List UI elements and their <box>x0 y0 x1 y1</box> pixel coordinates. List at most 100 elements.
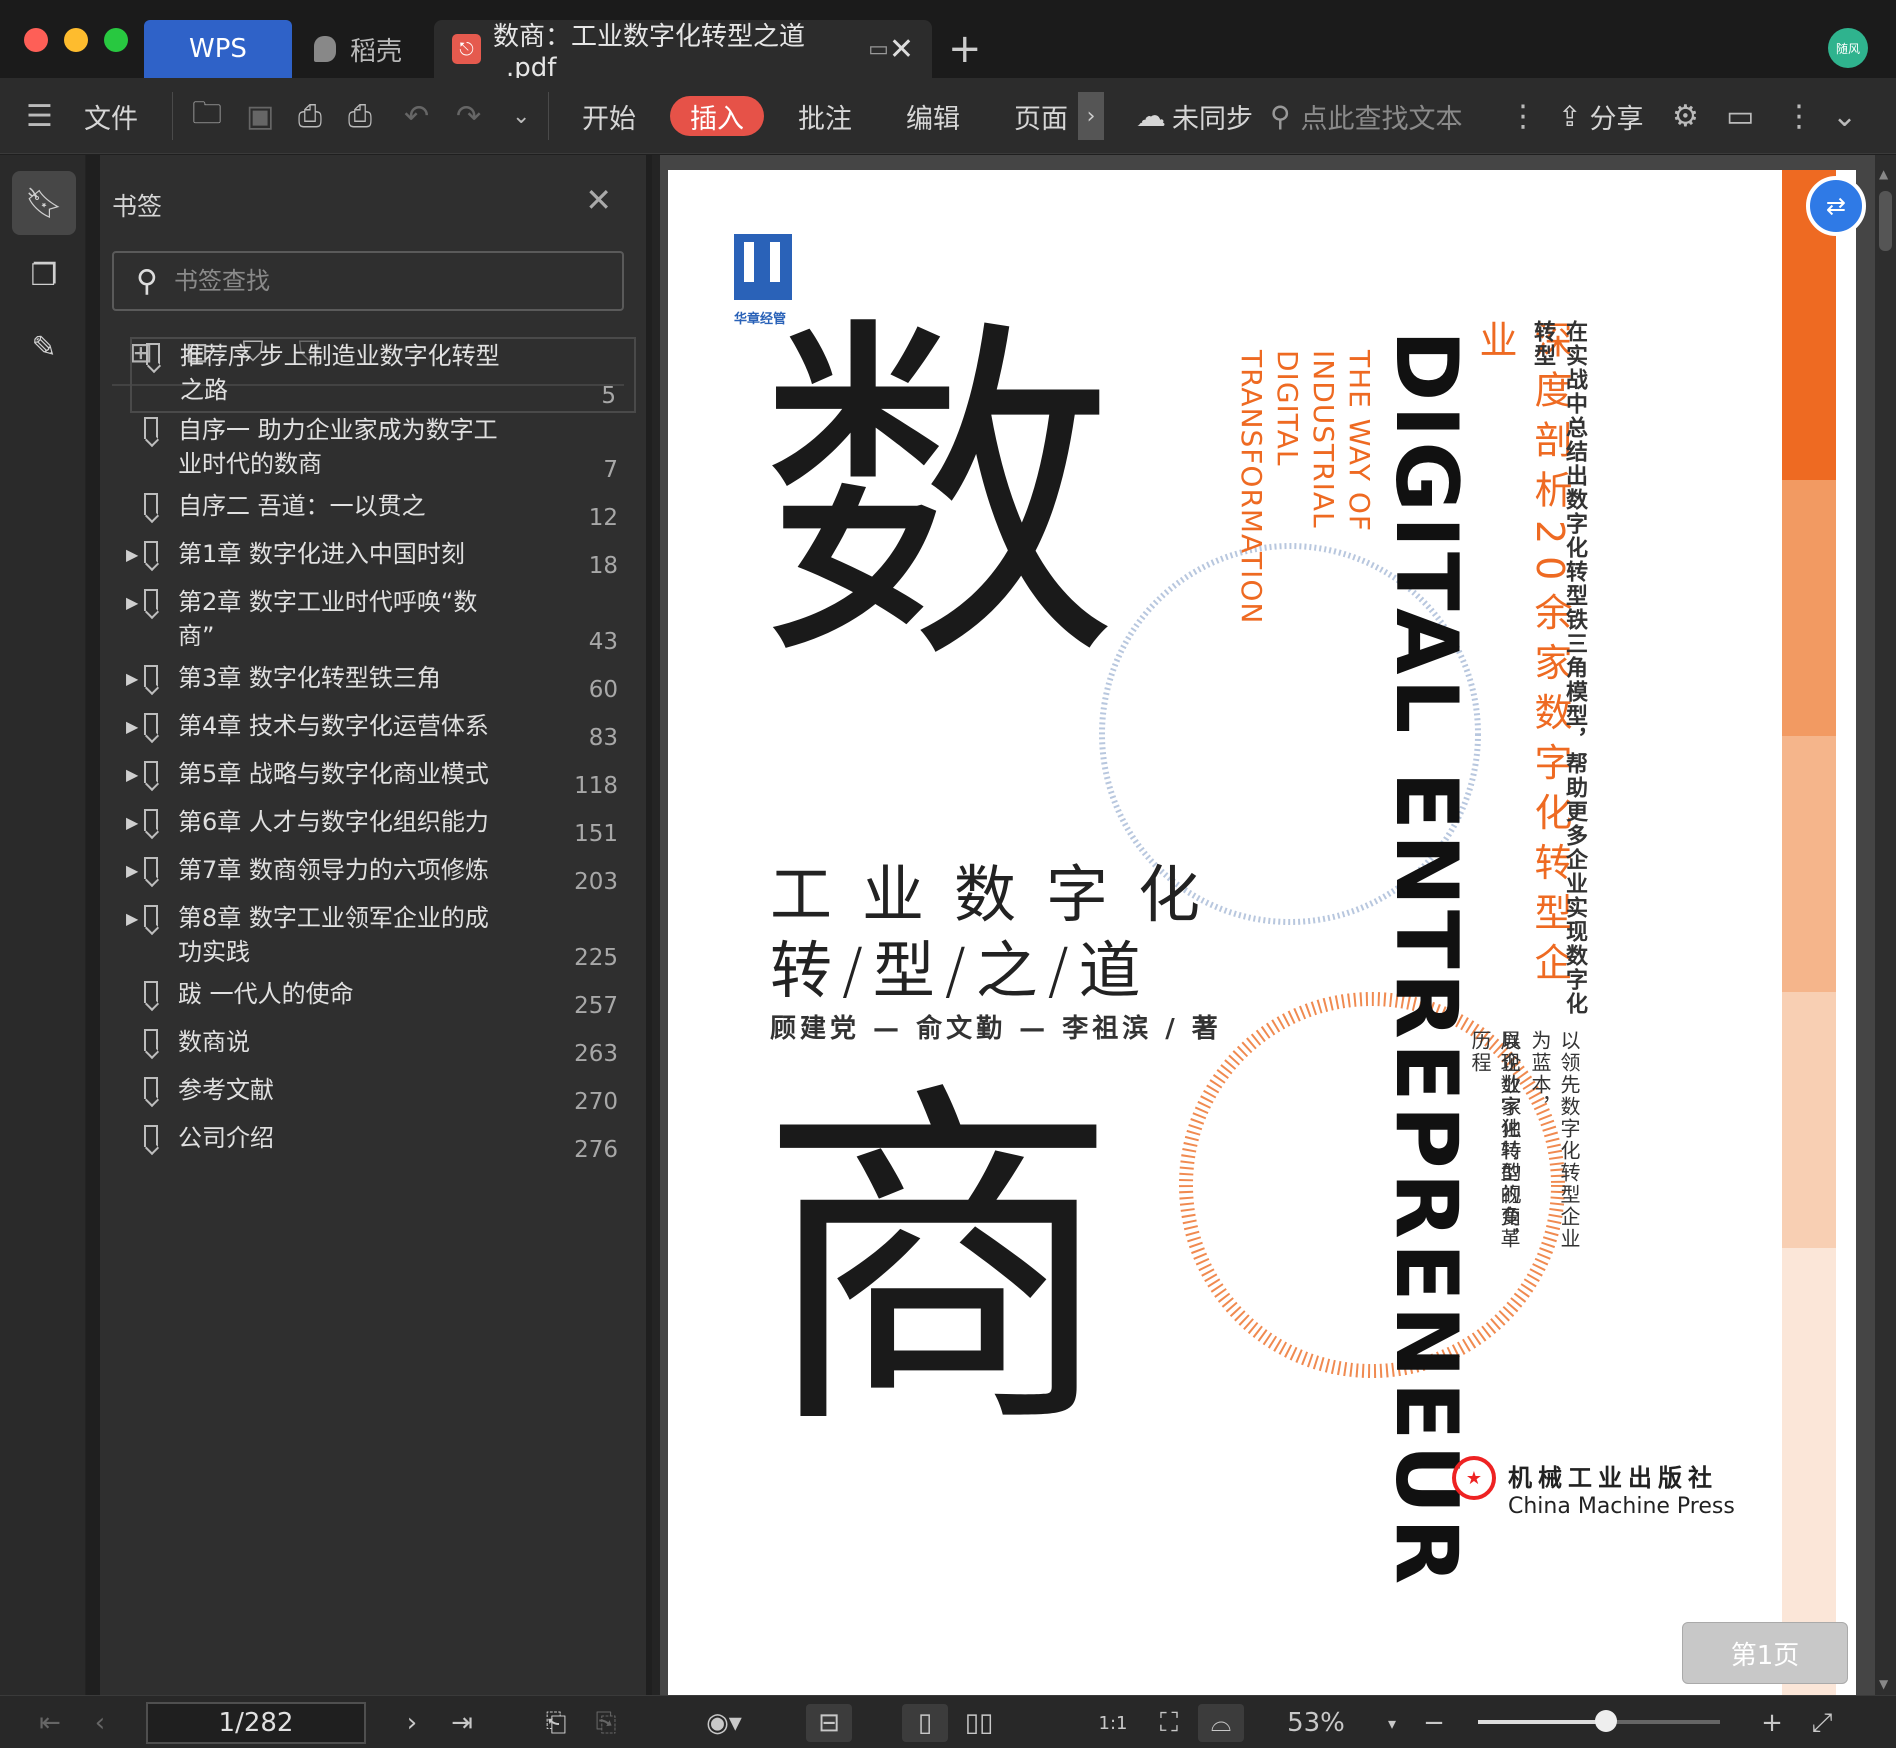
thumbnail-panel-button[interactable]: ❐ <box>12 243 76 307</box>
print-icon[interactable]: ⎙ <box>298 92 322 140</box>
zoom-level[interactable]: 53% <box>1276 1704 1356 1742</box>
bookmark-item[interactable]: 自序二 吾道：一以贯之 12 <box>130 489 636 537</box>
more-menus-chevron-icon[interactable]: › <box>1078 92 1104 140</box>
previous-page-icon[interactable]: ‹ <box>80 1704 120 1742</box>
menu-page[interactable]: 页面 <box>1014 92 1068 140</box>
bookmark-icon <box>144 541 158 563</box>
document-scrollbar[interactable]: ▲ ▼ <box>1875 155 1896 1695</box>
maximize-window-button[interactable] <box>104 28 128 52</box>
panel-scrollbar[interactable] <box>652 155 660 1695</box>
close-panel-icon[interactable]: ✕ <box>585 181 612 219</box>
continuous-scroll-icon[interactable]: ⊟ <box>806 1704 852 1742</box>
expand-arrow-icon[interactable]: ▶ <box>126 717 138 736</box>
bookmark-icon <box>144 809 158 831</box>
file-menu-button[interactable]: 文件 <box>84 92 138 140</box>
bookmark-item[interactable]: ▶ 第1章 数字化进入中国时刻 18 <box>126 537 636 585</box>
forward-navigation-icon[interactable]: ⎘ <box>586 1704 626 1742</box>
tab-document[interactable]: ⎋ 数商：工业数字化转型之道_.pdf ▭ ✕ <box>434 20 932 83</box>
share-button[interactable]: ⇪ 分享 <box>1558 92 1643 140</box>
scroll-up-icon[interactable]: ▲ <box>1879 167 1888 181</box>
bookmark-item[interactable]: ▶ 第7章 数商领导力的六项修炼 203 <box>126 853 636 901</box>
redo-icon[interactable]: ↷ <box>456 92 481 140</box>
eye-protection-icon[interactable]: ◉▾ <box>694 1704 754 1742</box>
cover-english-title: DIGITAL ENTREPRENEUR <box>1376 330 1476 1589</box>
bookmark-search-field[interactable]: ⚲ <box>112 251 624 311</box>
fit-page-icon[interactable]: ⛶ <box>1146 1704 1192 1742</box>
bookmark-icon <box>144 417 158 439</box>
bookmark-page-number: 83 <box>588 725 618 751</box>
find-text-button[interactable]: ⚲ 点此查找文本 <box>1270 92 1463 140</box>
tab-wps[interactable]: WPS <box>144 20 292 78</box>
bookmark-item[interactable]: ▶ 第8章 数字工业领军企业的成功实践 225 <box>126 901 636 977</box>
bookmark-title: 自序二 吾道：一以贯之 <box>178 492 426 520</box>
more-options-icon[interactable]: ⋮ <box>1784 92 1814 140</box>
floating-convert-button[interactable]: ⇄ <box>1806 176 1866 236</box>
new-tab-button[interactable]: + <box>948 26 982 72</box>
bookmark-page-number: 151 <box>574 821 618 847</box>
menu-edit[interactable]: 编辑 <box>906 92 960 140</box>
zoom-dropdown-icon[interactable]: ▾ <box>1380 1704 1404 1742</box>
menu-label: 编辑 <box>906 103 960 135</box>
bookmark-item[interactable]: ▶ 第3章 数字化转型铁三角 60 <box>126 661 636 709</box>
menu-insert[interactable]: 插入 <box>670 96 764 136</box>
print-preview-icon[interactable]: ⎙ <box>348 92 372 140</box>
back-navigation-icon[interactable]: ⎗ <box>536 1704 576 1742</box>
expand-arrow-icon[interactable]: ▶ <box>126 593 138 612</box>
minimize-window-button[interactable] <box>64 28 88 52</box>
collapse-ribbon-chevron-icon[interactable]: ⌄ <box>1832 92 1857 140</box>
bookmark-item[interactable]: 自序一 助力企业家成为数字工业时代的数商 7 <box>130 413 636 489</box>
fullscreen-icon[interactable]: ⤢ <box>1802 1704 1842 1742</box>
open-folder-icon[interactable]: 🗀 <box>192 92 222 140</box>
single-page-view-icon[interactable]: ▯ <box>902 1704 948 1742</box>
expand-arrow-icon[interactable]: ▶ <box>126 861 138 880</box>
zoom-slider-knob[interactable] <box>1595 1710 1617 1732</box>
expand-arrow-icon[interactable]: ▶ <box>126 765 138 784</box>
expand-arrow-icon[interactable]: ▶ <box>126 909 138 928</box>
last-page-icon[interactable]: ⇥ <box>442 1704 482 1742</box>
bookmark-item[interactable]: 推荐序 步上制造业数字化转型之路 5 <box>130 337 636 413</box>
bookmark-title: 第2章 数字工业时代呼唤“数商” <box>178 588 478 650</box>
bookmark-item[interactable]: ▶ 第6章 人才与数字化组织能力 151 <box>126 805 636 853</box>
zoom-out-icon[interactable]: − <box>1414 1704 1454 1742</box>
bookmark-item[interactable]: ▶ 第4章 技术与数字化运营体系 83 <box>126 709 636 757</box>
first-page-icon[interactable]: ⇤ <box>30 1704 70 1742</box>
actual-size-icon[interactable]: 1:1 <box>1090 1704 1136 1742</box>
settings-gear-icon[interactable]: ⚙ <box>1672 92 1699 140</box>
bookmark-page-number: 12 <box>588 505 618 531</box>
expand-arrow-icon[interactable]: ▶ <box>126 545 138 564</box>
undo-icon[interactable]: ↶ <box>404 92 429 140</box>
two-page-view-icon[interactable]: ▯▯ <box>956 1704 1002 1742</box>
bookmark-page-number: 263 <box>574 1041 618 1067</box>
bookmark-item[interactable]: ▶ 第2章 数字工业时代呼唤“数商” 43 <box>126 585 636 661</box>
bookmark-panel-button[interactable]: 🔖︎ <box>12 171 76 235</box>
tab-daoke[interactable]: 稻壳 <box>300 20 430 78</box>
bookmark-title: 第5章 战略与数字化商业模式 <box>178 760 489 788</box>
comment-icon[interactable]: ▭ <box>1726 92 1754 140</box>
bookmark-search-input[interactable] <box>173 267 594 295</box>
expand-arrow-icon[interactable]: ▶ <box>126 813 138 832</box>
bookmark-item[interactable]: ▶ 第5章 战略与数字化商业模式 118 <box>126 757 636 805</box>
bookmark-item[interactable]: 公司介绍 276 <box>130 1121 636 1169</box>
quick-access-dropdown-icon[interactable]: ⌄ <box>512 92 530 140</box>
hamburger-menu-icon[interactable]: ☰ <box>26 92 53 140</box>
pdf-page[interactable]: 华章经管 数 商 工业数字化 转/型/之/道 顾建党 — 俞文勤 — 李祖滨 /… <box>668 170 1856 1702</box>
more-vertical-icon[interactable]: ⋮ <box>1508 92 1538 140</box>
menu-start[interactable]: 开始 <box>582 92 636 140</box>
zoom-in-icon[interactable]: + <box>1752 1704 1792 1742</box>
bookmark-item[interactable]: 数商说 263 <box>130 1025 636 1073</box>
page-number-input[interactable]: 1/282 <box>146 1702 366 1744</box>
menu-annotate[interactable]: 批注 <box>798 92 852 140</box>
bookmark-item[interactable]: 跋 一代人的使命 257 <box>130 977 636 1025</box>
scroll-down-icon[interactable]: ▼ <box>1879 1677 1888 1691</box>
save-icon[interactable]: ▣ <box>246 92 274 140</box>
expand-arrow-icon[interactable]: ▶ <box>126 669 138 688</box>
bookmark-item[interactable]: 参考文献 270 <box>130 1073 636 1121</box>
close-window-button[interactable] <box>24 28 48 52</box>
close-tab-icon[interactable]: ✕ <box>889 32 914 67</box>
fit-width-icon[interactable]: ⌓ <box>1198 1704 1244 1742</box>
avatar[interactable]: 随风 <box>1828 28 1868 68</box>
scroll-thumb[interactable] <box>1879 191 1892 251</box>
sync-status-button[interactable]: ☁ 未同步 <box>1136 92 1253 140</box>
annotation-panel-button[interactable]: ✎ <box>12 315 76 379</box>
next-page-icon[interactable]: › <box>392 1704 432 1742</box>
